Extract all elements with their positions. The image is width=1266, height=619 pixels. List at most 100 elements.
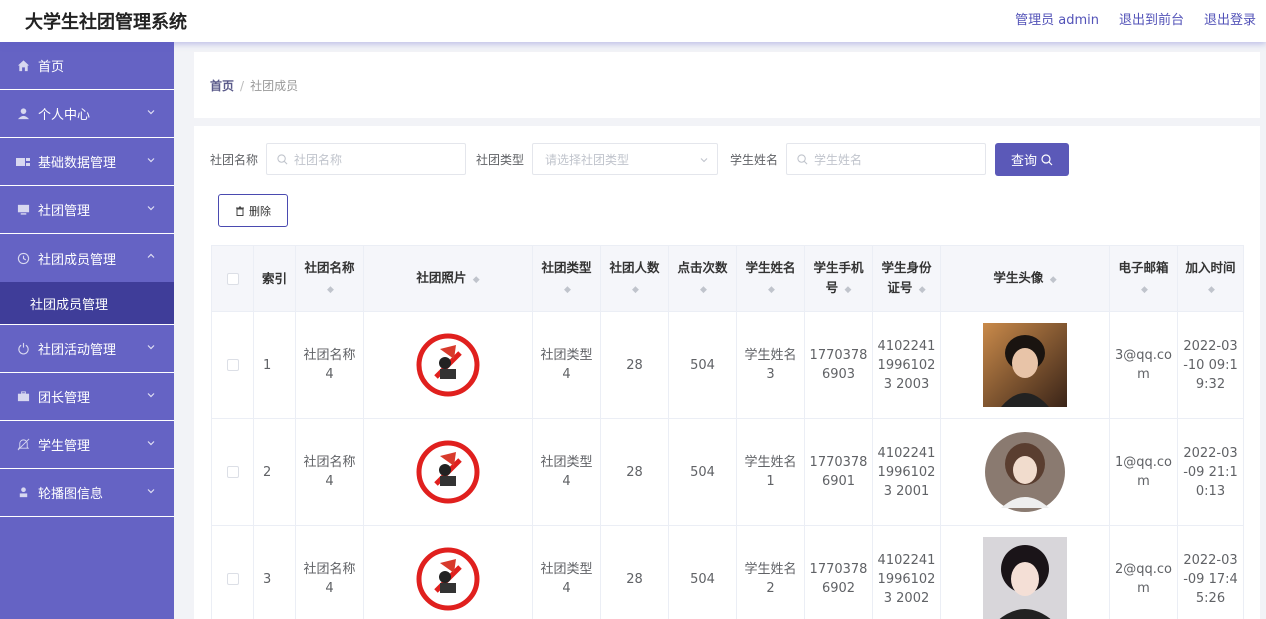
- breadcrumb-home[interactable]: 首页: [210, 79, 234, 93]
- sort-icon[interactable]: ◆: [700, 280, 707, 300]
- header-join-time[interactable]: 加入时间 ◆: [1177, 245, 1244, 312]
- sort-icon[interactable]: ◆: [473, 270, 480, 290]
- chevron-up-icon: [147, 253, 155, 258]
- club-name-input[interactable]: 社团名称: [266, 143, 467, 175]
- data-icon: [16, 155, 30, 169]
- trash-icon: [236, 206, 244, 216]
- cell-avatar: [940, 418, 1110, 526]
- cell-index: 1: [253, 311, 296, 419]
- sort-icon[interactable]: ◆: [768, 280, 775, 300]
- search-icon: [1041, 153, 1053, 165]
- sidebar-item-club[interactable]: 社团管理: [0, 186, 174, 234]
- sort-icon[interactable]: ◆: [564, 280, 571, 300]
- header-club-type[interactable]: 社团类型 ◆: [532, 245, 601, 312]
- sidebar-item-profile[interactable]: 个人中心: [0, 90, 174, 138]
- cell-club-count: 28: [600, 311, 669, 419]
- sidebar-item-label: 社团活动管理: [38, 343, 117, 358]
- sort-icon[interactable]: ◆: [844, 280, 851, 300]
- select-all-checkbox[interactable]: [226, 273, 239, 285]
- chevron-down-icon: [147, 489, 155, 494]
- club-logo-image: [416, 333, 480, 397]
- avatar: [985, 432, 1065, 512]
- row-checkbox[interactable]: [226, 573, 239, 585]
- logout-link[interactable]: 退出登录: [1204, 9, 1256, 28]
- row-checkbox-cell[interactable]: [211, 311, 254, 419]
- cell-id-card: 410224119961023 2002: [872, 525, 941, 619]
- row-checkbox-cell[interactable]: [211, 525, 254, 619]
- header-actions: 管理员 admin 退出到前台 退出登录: [1015, 9, 1256, 28]
- sidebar-item-club-activity[interactable]: 社团活动管理: [0, 325, 174, 373]
- header-phone[interactable]: 学生手机号 ◆: [804, 245, 873, 312]
- search-icon: [797, 153, 808, 164]
- sort-icon[interactable]: ◆: [632, 280, 639, 300]
- header-clicks[interactable]: 点击次数 ◆: [668, 245, 737, 312]
- cell-email: 1@qq.com: [1109, 418, 1178, 526]
- cell-student-name: 学生姓名3: [736, 311, 805, 419]
- sidebar-item-student[interactable]: 学生管理: [0, 421, 174, 469]
- cell-id-card: 410224119961023 2003: [872, 311, 941, 419]
- filter-student-name: 学生姓名 学生姓名: [730, 143, 987, 175]
- cell-clicks: 504: [668, 418, 737, 526]
- cell-clicks: 504: [668, 311, 737, 419]
- delete-button[interactable]: 删除: [218, 194, 288, 227]
- sidebar-item-label: 社团成员管理: [38, 252, 117, 268]
- cell-club-count: 28: [600, 525, 669, 619]
- sort-icon[interactable]: ◆: [1208, 280, 1215, 300]
- row-checkbox[interactable]: [226, 359, 239, 371]
- monitor-icon: [16, 203, 30, 217]
- club-type-select[interactable]: 请选择社团类型: [532, 143, 719, 175]
- sidebar-item-base-data[interactable]: 基础数据管理: [0, 138, 174, 186]
- cell-club-type: 社团类型4: [532, 418, 601, 526]
- sidebar-subitem-club-member[interactable]: 社团成员管理: [0, 282, 174, 325]
- select-all-cell[interactable]: [211, 245, 254, 312]
- club-logo-image: [416, 440, 480, 504]
- query-button[interactable]: 查询: [995, 143, 1069, 176]
- club-name-placeholder: 社团名称: [294, 152, 343, 167]
- cell-student-name: 学生姓名2: [736, 525, 805, 619]
- student-name-input[interactable]: 学生姓名: [786, 143, 987, 175]
- header-email[interactable]: 电子邮箱 ◆: [1109, 245, 1178, 312]
- header-club-photo[interactable]: 社团照片 ◆: [363, 245, 533, 312]
- row-checkbox[interactable]: [226, 466, 239, 478]
- chevron-down-icon: [147, 110, 155, 115]
- header-club-name[interactable]: 社团名称 ◆: [295, 245, 364, 312]
- exit-to-front-link[interactable]: 退出到前台: [1119, 9, 1184, 28]
- sidebar-item-home[interactable]: 首页: [0, 42, 174, 90]
- sidebar-item-label: 轮播图信息: [38, 487, 104, 502]
- row-checkbox-cell[interactable]: [211, 418, 254, 526]
- cell-clicks: 504: [668, 525, 737, 619]
- sort-icon[interactable]: ◆: [919, 280, 926, 300]
- sidebar-item-carousel[interactable]: 轮播图信息: [0, 469, 174, 517]
- chevron-down-icon: [147, 393, 155, 398]
- admin-label[interactable]: 管理员 admin: [1015, 9, 1099, 28]
- table-row: 3 社团名称4 社团类型4 28 504 学生姓名2 17703786902 4…: [211, 525, 1244, 619]
- cell-club-photo: [363, 311, 533, 419]
- filter-club-type: 社团类型 请选择社团类型: [476, 143, 719, 175]
- sidebar-item-club-member[interactable]: 社团成员管理: [0, 234, 174, 282]
- header-club-count[interactable]: 社团人数 ◆: [600, 245, 669, 312]
- cell-club-count: 28: [600, 418, 669, 526]
- cell-join-time: 2022-03-09 17:45:26: [1177, 525, 1244, 619]
- sort-icon[interactable]: ◆: [1141, 280, 1148, 300]
- header-student-name[interactable]: 学生姓名 ◆: [736, 245, 805, 312]
- chevron-down-icon: [147, 345, 155, 350]
- club-type-placeholder: 请选择社团类型: [545, 152, 630, 167]
- cell-email: 2@qq.com: [1109, 525, 1178, 619]
- sort-icon[interactable]: ◆: [327, 280, 334, 300]
- sidebar-item-leader[interactable]: 团长管理: [0, 373, 174, 421]
- cell-index: 2: [253, 418, 296, 526]
- cell-index: 3: [253, 525, 296, 619]
- header-avatar[interactable]: 学生头像 ◆: [940, 245, 1110, 312]
- sidebar-subitem-label: 社团成员管理: [30, 297, 109, 313]
- sidebar: 首页 个人中心 基础数据管理 社团管理 社团成员管理 社团成员管理 社团活动管理…: [0, 42, 174, 619]
- sidebar-item-label: 首页: [38, 60, 65, 75]
- avatar: [983, 323, 1067, 407]
- student-name-placeholder: 学生姓名: [814, 152, 863, 167]
- sort-icon[interactable]: ◆: [1050, 270, 1057, 290]
- cell-phone: 17703786903: [804, 311, 873, 419]
- delete-button-label: 删除: [249, 204, 271, 218]
- header-index: 索引: [253, 245, 296, 312]
- chevron-down-icon: [147, 206, 155, 211]
- chevron-down-icon: [700, 158, 708, 163]
- header-id-card[interactable]: 学生身份证号 ◆: [872, 245, 941, 312]
